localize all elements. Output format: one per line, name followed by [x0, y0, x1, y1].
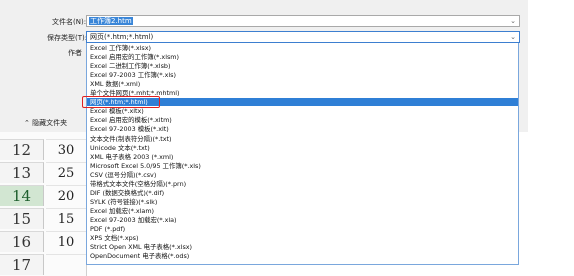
file-type-option[interactable]: Excel 启用宏的工作簿(*.xlsm)	[87, 53, 518, 61]
file-type-option[interactable]: Excel 二进制工作簿(*.xlsb)	[87, 62, 518, 70]
file-type-option[interactable]: CSV (逗号分隔)(*.csv)	[87, 171, 518, 179]
file-type-option[interactable]: XML 电子表格 2003 (*.xml)	[87, 153, 518, 161]
file-type-option[interactable]: Excel 启用宏的模板(*.xltm)	[87, 116, 518, 124]
filename-input[interactable]: 工作簿2.htm ⌄	[86, 15, 520, 27]
file-type-option[interactable]: Unicode 文本(*.txt)	[87, 144, 518, 152]
file-type-option[interactable]: 带格式文本文件(空格分隔)(*.prn)	[87, 180, 518, 188]
cell-value[interactable]: 15	[46, 208, 86, 229]
file-type-option[interactable]: Microsoft Excel 5.0/95 工作簿(*.xls)	[87, 162, 518, 170]
file-type-option[interactable]: SYLK (符号链接)(*.slk)	[87, 198, 518, 206]
save-type-label: 保存类型(T):	[47, 34, 88, 42]
cell-value[interactable]: 30	[46, 139, 86, 160]
file-type-option[interactable]: Excel 97-2003 加载宏(*.xla)	[87, 216, 518, 224]
author-label: 作者	[68, 49, 82, 57]
row-header[interactable]: 13	[0, 162, 44, 183]
save-type-selected-value: 网页(*.htm;*.html)	[90, 33, 154, 41]
file-type-option[interactable]: 文本文件(制表符分隔)(*.txt)	[87, 135, 518, 143]
row-header[interactable]: 14	[0, 185, 44, 206]
filename-label: 文件名(N):	[52, 18, 87, 26]
file-type-option[interactable]: XPS 文档(*.xps)	[87, 234, 518, 242]
file-type-option[interactable]: Excel 工作簿(*.xlsx)	[87, 44, 518, 52]
row-header[interactable]: 15	[0, 208, 44, 229]
chevron-up-icon: ⌃	[24, 119, 30, 127]
row-header[interactable]: 16	[0, 231, 44, 252]
cell-value[interactable]	[46, 254, 86, 275]
cell-value[interactable]: 25	[46, 162, 86, 183]
file-type-option[interactable]: Excel 加载宏(*.xlam)	[87, 207, 518, 215]
file-type-option[interactable]: Excel 97-2003 工作簿(*.xls)	[87, 71, 518, 79]
file-type-option[interactable]: Strict Open XML 电子表格(*.xlsx)	[87, 243, 518, 251]
chevron-down-icon[interactable]: ⌄	[510, 16, 516, 27]
file-type-option[interactable]: PDF (*.pdf)	[87, 225, 518, 233]
save-type-dropdown-list[interactable]: Excel 工作簿(*.xlsx) Excel 启用宏的工作簿(*.xlsm) Ex…	[86, 43, 519, 265]
chevron-down-icon[interactable]: ⌄	[510, 32, 516, 43]
filename-value: 工作簿2.htm	[89, 17, 133, 25]
file-type-option[interactable]: OpenDocument 电子表格(*.ods)	[87, 252, 518, 260]
cell-value[interactable]: 20	[46, 185, 86, 206]
file-type-option[interactable]: Excel 97-2003 模板(*.xlt)	[87, 125, 518, 133]
file-type-option[interactable]: XML 数据(*.xml)	[87, 80, 518, 88]
hide-folders-label: 隐藏文件夹	[32, 119, 68, 127]
highlight-annotation-box	[82, 96, 160, 108]
file-type-option[interactable]: DIF (数据交换格式)(*.dif)	[87, 189, 518, 197]
hide-folders-button[interactable]: ⌃ 隐藏文件夹	[24, 118, 67, 128]
cell-value[interactable]: 10	[46, 231, 86, 252]
row-header[interactable]: 17	[0, 254, 44, 275]
row-header[interactable]: 12	[0, 139, 44, 160]
save-type-select[interactable]: 网页(*.htm;*.html) ⌄	[86, 31, 520, 43]
file-type-option[interactable]: Excel 模板(*.xltx)	[87, 107, 518, 115]
